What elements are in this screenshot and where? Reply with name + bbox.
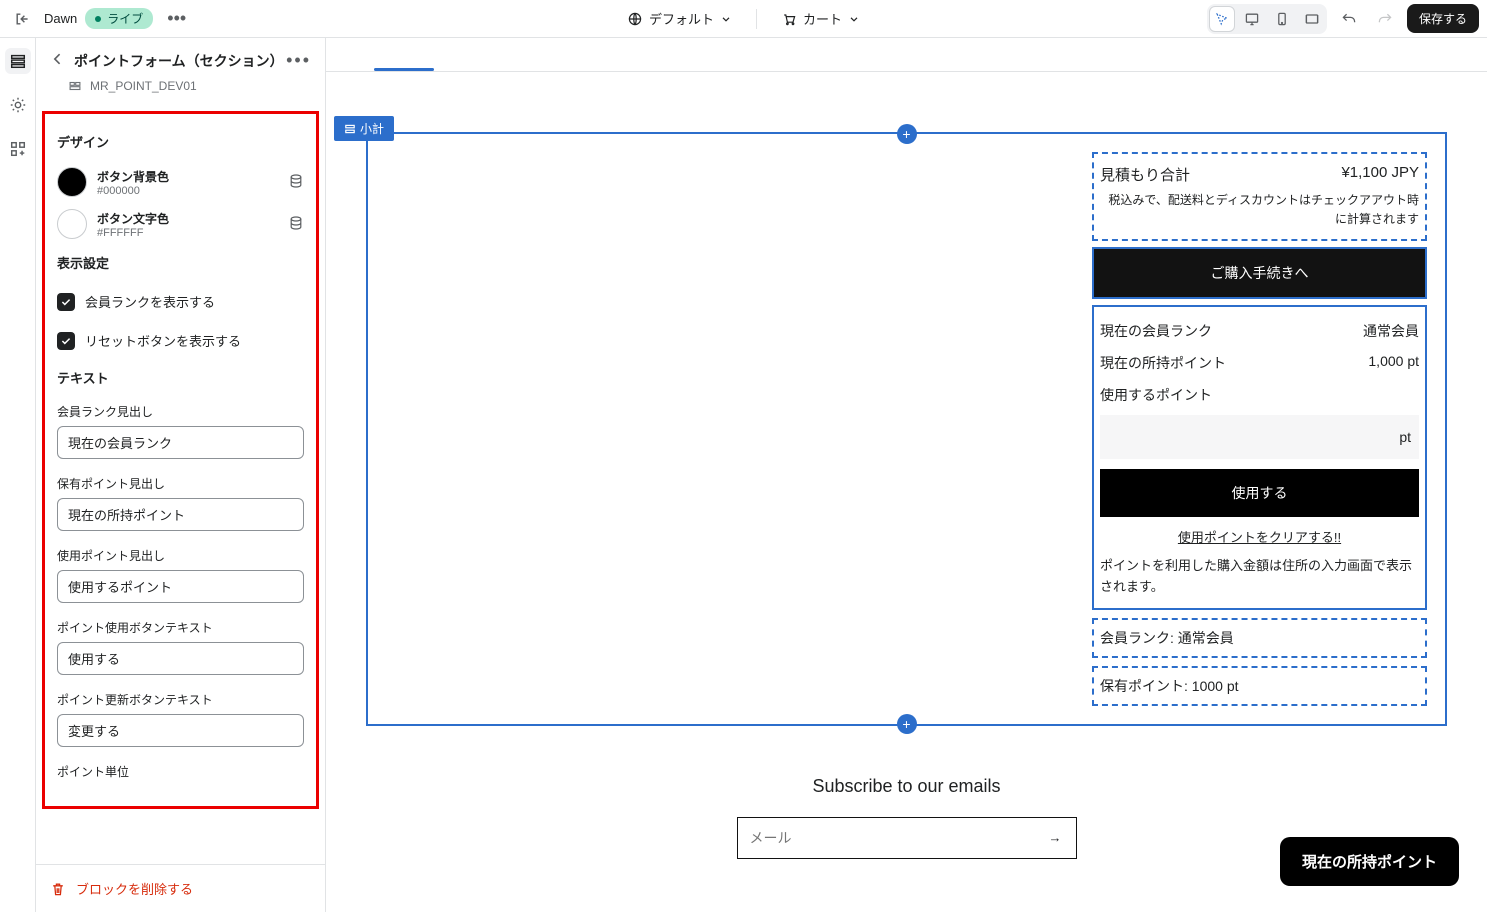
info-owned-box: 保有ポイント: 1000 pt bbox=[1092, 666, 1427, 706]
exit-icon[interactable] bbox=[8, 5, 36, 33]
rank-value: 通常会員 bbox=[1363, 321, 1419, 341]
trash-icon bbox=[50, 881, 66, 897]
apps-icon[interactable] bbox=[5, 136, 31, 162]
cart-icon bbox=[781, 11, 797, 27]
color-fg-label: ボタン文字色 bbox=[97, 210, 278, 227]
delete-block-button[interactable]: ブロックを削除する bbox=[50, 879, 311, 898]
checkout-button[interactable]: ご購入手続きへ bbox=[1092, 247, 1427, 299]
chevron-down-icon bbox=[848, 13, 860, 25]
color-swatch-bg bbox=[57, 167, 87, 197]
email-input[interactable] bbox=[738, 818, 1035, 858]
section-icon bbox=[344, 123, 356, 135]
color-fg-row[interactable]: ボタン文字色 #FFFFFF bbox=[53, 203, 308, 245]
checkbox-show-reset[interactable]: リセットボタンを表示する bbox=[53, 321, 308, 360]
use-points-label: 使用するポイント bbox=[1100, 379, 1419, 411]
topbar: Dawn ライブ ••• デフォルト カート 保存する bbox=[0, 0, 1487, 38]
color-swatch-fg bbox=[57, 209, 87, 239]
use-points-button[interactable]: 使用する bbox=[1100, 469, 1419, 517]
fullwidth-icon[interactable] bbox=[1299, 6, 1325, 32]
text-heading: テキスト bbox=[57, 368, 304, 387]
points-input-wrap: pt bbox=[1100, 415, 1419, 459]
checkbox-show-rank[interactable]: 会員ランクを表示する bbox=[53, 282, 308, 321]
page-selector[interactable]: カート bbox=[781, 9, 860, 28]
point-form-block: 現在の会員ランク通常会員 現在の所持ポイント1,000 pt 使用するポイント … bbox=[1092, 305, 1427, 610]
device-group bbox=[1207, 4, 1327, 34]
owned-value: 1,000 pt bbox=[1368, 353, 1419, 373]
desktop-icon[interactable] bbox=[1239, 6, 1265, 32]
dynamic-source-icon[interactable] bbox=[288, 215, 304, 234]
rank-heading-label: 会員ランク見出し bbox=[57, 403, 304, 420]
left-rail bbox=[0, 38, 36, 912]
settings-panel: ポイントフォーム（セクション） ••• MR_POINT_DEV01 デザイン … bbox=[36, 38, 326, 912]
dynamic-source-icon[interactable] bbox=[288, 173, 304, 192]
use-heading-label: 使用ポイント見出し bbox=[57, 547, 304, 564]
owned-heading-input[interactable] bbox=[57, 498, 304, 531]
display-heading: 表示設定 bbox=[57, 253, 304, 272]
use-btn-text-label: ポイント使用ボタンテキスト bbox=[57, 619, 304, 636]
chevron-down-icon bbox=[720, 13, 732, 25]
sections-icon[interactable] bbox=[5, 48, 31, 74]
submit-arrow-icon[interactable]: → bbox=[1035, 830, 1076, 845]
color-bg-value: #000000 bbox=[97, 185, 278, 197]
floating-chip[interactable]: 現在の所持ポイント bbox=[1280, 837, 1459, 886]
save-button[interactable]: 保存する bbox=[1407, 4, 1479, 33]
subscribe-heading: Subscribe to our emails bbox=[366, 776, 1447, 797]
inspector-icon[interactable] bbox=[1209, 6, 1235, 32]
panel-crumb: MR_POINT_DEV01 bbox=[36, 79, 325, 103]
tax-note: 税込みで、配送料とディスカウントはチェックアアウト時に計算されます bbox=[1100, 191, 1419, 229]
checkbox-icon bbox=[57, 332, 75, 350]
panel-title: ポイントフォーム（セクション） bbox=[74, 51, 278, 71]
locale-selector[interactable]: デフォルト bbox=[627, 9, 732, 28]
email-subscribe-row: → bbox=[737, 817, 1077, 859]
settings-icon[interactable] bbox=[5, 92, 31, 118]
clear-points-link[interactable]: 使用ポイントをクリアする!! bbox=[1100, 527, 1419, 546]
update-btn-text-label: ポイント更新ボタンテキスト bbox=[57, 691, 304, 708]
subtotal-section-outline: + + 見積もり合計 ¥1,100 JPY 税込みで、配送料とディスカウントはチ… bbox=[366, 132, 1447, 726]
color-bg-row[interactable]: ボタン背景色 #000000 bbox=[53, 161, 308, 203]
estimated-total-box: 見積もり合計 ¥1,100 JPY 税込みで、配送料とディスカウントはチェックア… bbox=[1092, 152, 1427, 241]
est-total-value: ¥1,100 JPY bbox=[1341, 164, 1419, 185]
globe-icon bbox=[627, 11, 643, 27]
points-note: ポイントを利用した購入金額は住所の入力画面で表示されます。 bbox=[1100, 556, 1419, 598]
info-rank-box: 会員ランク: 通常会員 bbox=[1092, 618, 1427, 658]
back-icon[interactable] bbox=[50, 51, 66, 70]
add-section-bottom[interactable]: + bbox=[897, 714, 917, 734]
panel-more-icon[interactable]: ••• bbox=[286, 50, 311, 71]
points-unit: pt bbox=[1399, 429, 1411, 445]
owned-heading-label: 保有ポイント見出し bbox=[57, 475, 304, 492]
tab-strip bbox=[326, 38, 1487, 72]
checkbox-icon bbox=[57, 293, 75, 311]
live-badge: ライブ bbox=[85, 8, 153, 29]
owned-label: 現在の所持ポイント bbox=[1100, 353, 1226, 373]
design-heading: デザイン bbox=[57, 132, 304, 151]
preview-canvas: 小計 + + 見積もり合計 ¥1,100 JPY 税込みで、配送料とディスカウン… bbox=[326, 38, 1487, 912]
rank-label: 現在の会員ランク bbox=[1100, 321, 1212, 341]
theme-name: Dawn bbox=[44, 11, 77, 26]
point-unit-label: ポイント単位 bbox=[57, 763, 304, 780]
add-section-top[interactable]: + bbox=[897, 124, 917, 144]
use-heading-input[interactable] bbox=[57, 570, 304, 603]
est-total-label: 見積もり合計 bbox=[1100, 164, 1190, 185]
update-btn-text-input[interactable] bbox=[57, 714, 304, 747]
rank-heading-input[interactable] bbox=[57, 426, 304, 459]
color-fg-value: #FFFFFF bbox=[97, 227, 278, 239]
section-tag[interactable]: 小計 bbox=[334, 116, 394, 141]
redo-icon[interactable] bbox=[1371, 5, 1399, 33]
undo-icon[interactable] bbox=[1335, 5, 1363, 33]
highlight-box: デザイン ボタン背景色 #000000 ボタン文字色 #FFFFFF bbox=[42, 111, 319, 809]
mobile-icon[interactable] bbox=[1269, 6, 1295, 32]
use-btn-text-input[interactable] bbox=[57, 642, 304, 675]
more-menu-icon[interactable]: ••• bbox=[161, 4, 192, 33]
block-icon bbox=[68, 79, 82, 93]
color-bg-label: ボタン背景色 bbox=[97, 168, 278, 185]
